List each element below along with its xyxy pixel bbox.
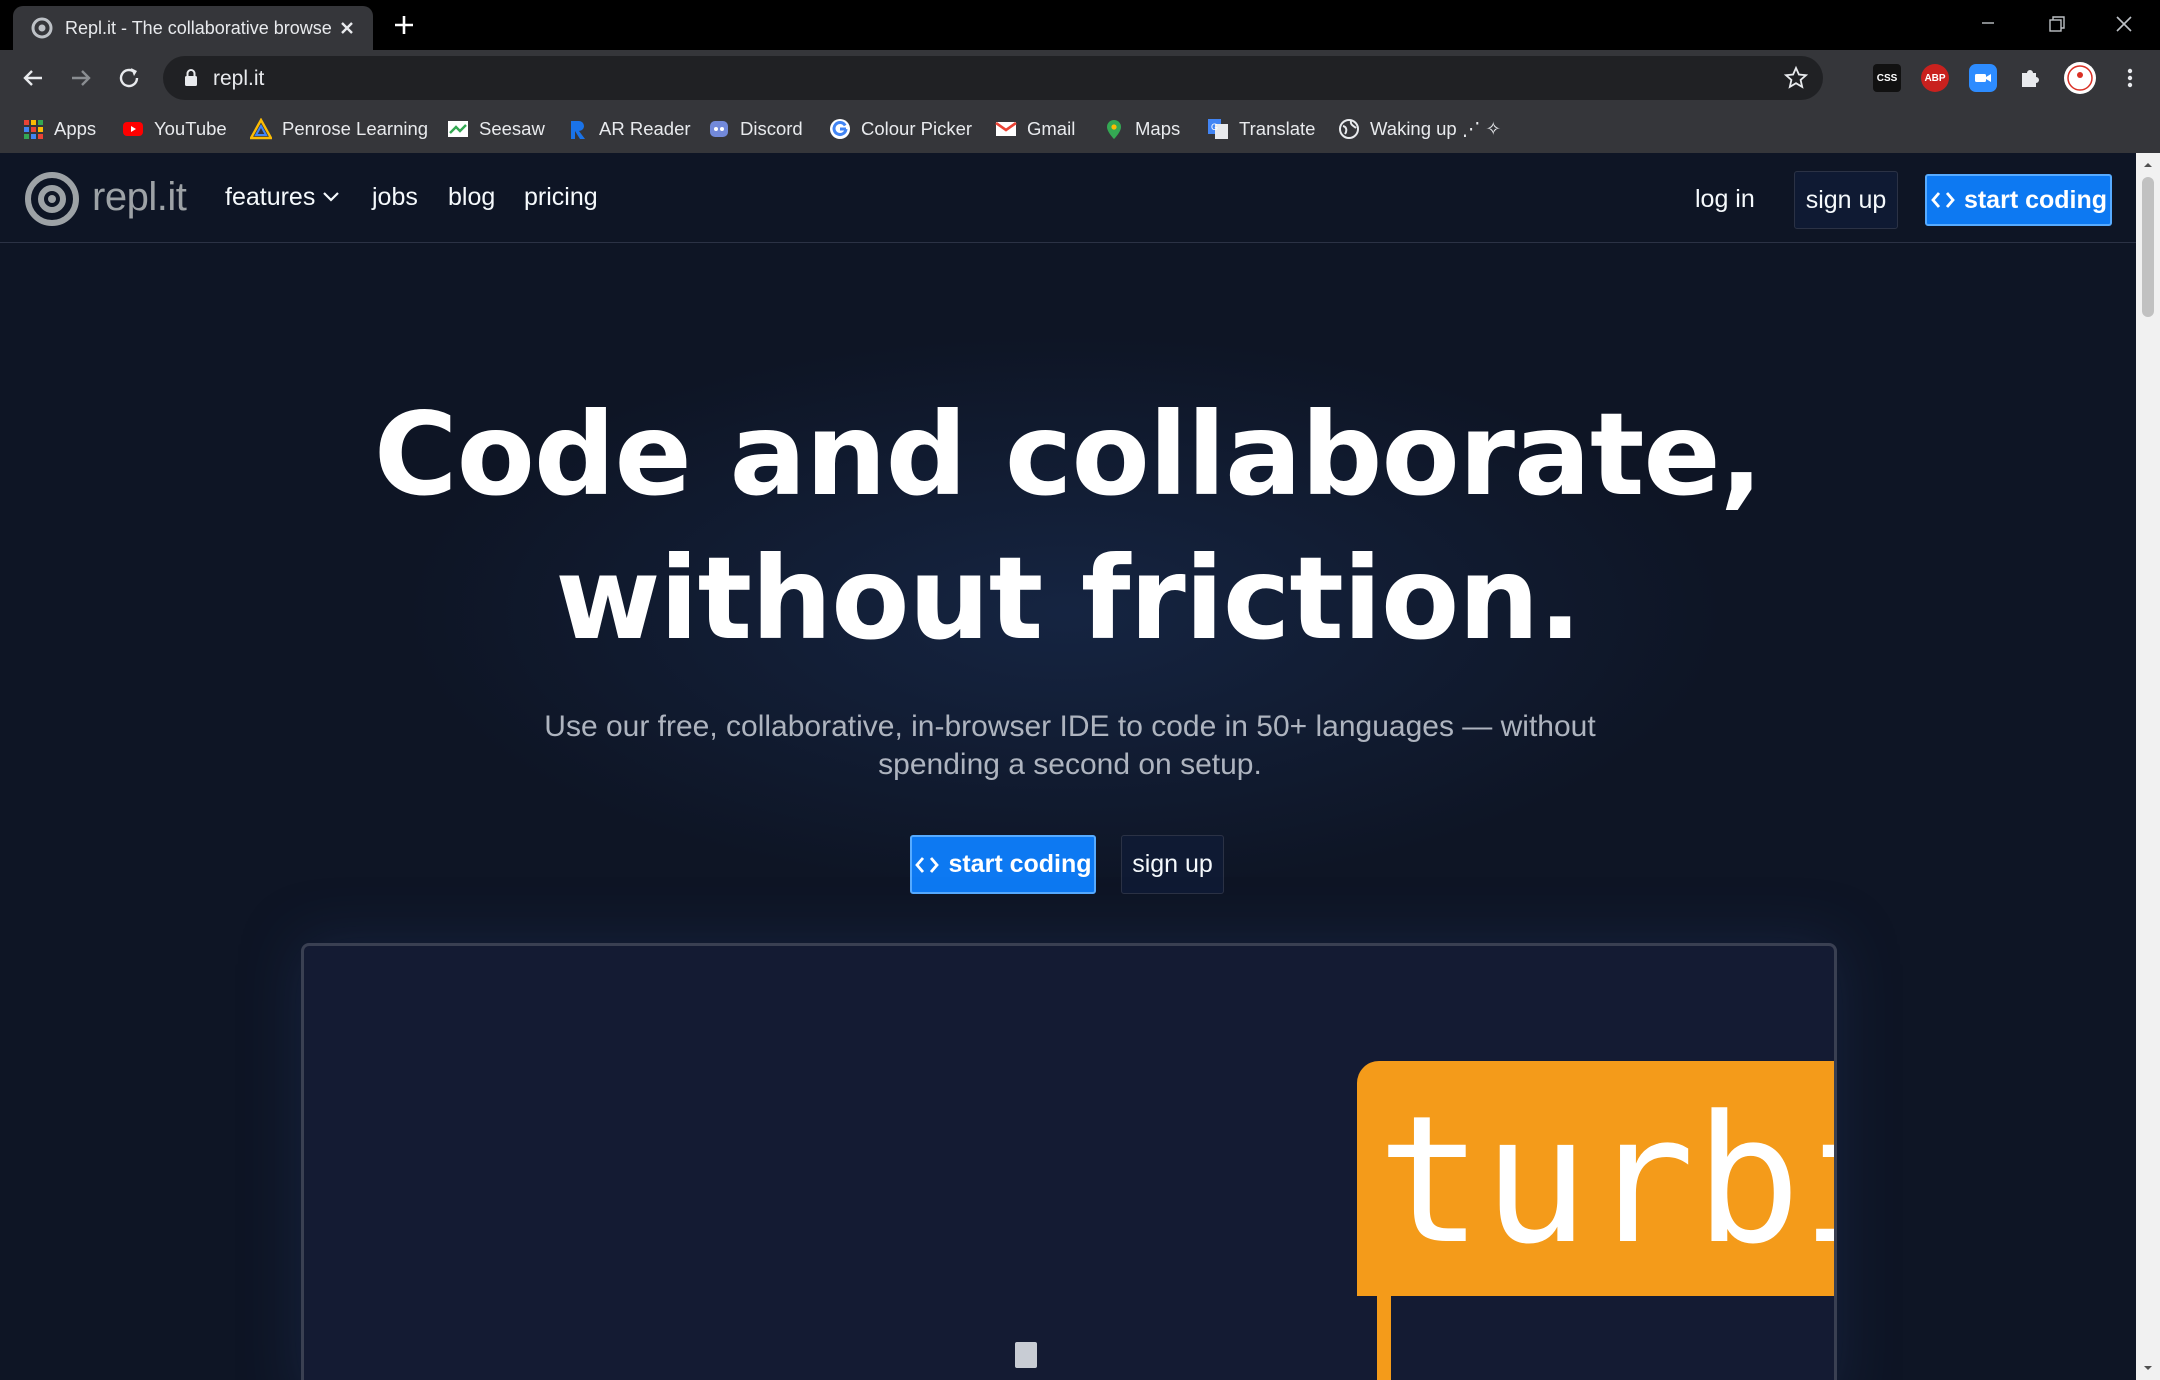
bookmark-translate[interactable]: G Translate <box>1207 114 1315 144</box>
tab-title: Repl.it - The collaborative browse <box>65 18 332 38</box>
bookmark-label: Maps <box>1135 118 1181 139</box>
restore-window-icon[interactable] <box>2031 8 2081 42</box>
bookmark-discord[interactable]: Discord <box>708 114 803 144</box>
close-tab-icon[interactable] <box>335 16 359 40</box>
bookmark-ar-reader[interactable]: AR Reader <box>567 114 691 144</box>
bookmark-apps[interactable]: Apps <box>22 114 96 144</box>
site-header: repl.it features jobs blog pricing log i… <box>0 153 2136 243</box>
turbo-banner-pole <box>1377 1296 1391 1380</box>
extensions-puzzle-icon[interactable] <box>2016 64 2044 92</box>
bookmark-star-icon[interactable] <box>1783 65 1809 91</box>
code-brackets-icon <box>1931 192 1955 208</box>
nav-pricing[interactable]: pricing <box>524 183 598 212</box>
browser-tab-active[interactable]: Repl.it - The collaborative browse <box>13 6 373 50</box>
bookmark-label: Penrose Learning <box>282 118 429 139</box>
forward-arrow-icon[interactable] <box>66 63 96 93</box>
lock-icon <box>185 69 197 86</box>
bookmark-label: AR Reader <box>599 118 691 139</box>
adblock-plus-icon[interactable]: ABP <box>1921 64 1949 92</box>
replit-homepage: repl.it features jobs blog pricing log i… <box>0 153 2136 1380</box>
hero-subtitle: Use our free, collaborative, in-browser … <box>544 710 1596 781</box>
replit-logo-icon[interactable] <box>22 169 82 229</box>
sign-up-label: sign up <box>1805 185 1887 214</box>
headline-line-1: Code and collaborate, <box>373 388 1763 521</box>
scroll-up-arrow-icon[interactable] <box>2142 159 2154 171</box>
bookmark-colour-picker[interactable]: Colour Picker <box>829 114 972 144</box>
bookmark-youtube[interactable]: YouTube <box>122 114 227 144</box>
turbo-banner: turbi <box>1357 1061 1834 1296</box>
discord-icon <box>710 121 728 137</box>
nav-jobs[interactable]: jobs <box>372 183 418 212</box>
profile-avatar-icon[interactable] <box>2064 62 2096 94</box>
ide-preview-frame: turbi <box>301 943 1837 1380</box>
penrose-icon <box>250 118 272 140</box>
new-tab-icon[interactable] <box>390 11 418 39</box>
header-start-coding-button[interactable]: start coding <box>1925 174 2112 226</box>
browser-menu-icon[interactable] <box>2116 64 2144 92</box>
bookmark-label: Gmail <box>1027 118 1076 139</box>
maps-icon <box>1107 120 1121 139</box>
css-extension-icon[interactable]: CSS <box>1873 64 1901 92</box>
editor-cursor <box>1015 1342 1037 1368</box>
sign-up-label: sign up <box>1132 850 1213 878</box>
minimize-window-icon[interactable] <box>1963 8 2013 42</box>
translate-icon: G <box>1208 119 1228 139</box>
youtube-icon <box>123 122 143 136</box>
chevron-down-icon[interactable] <box>322 191 340 203</box>
hero-sign-up-button[interactable]: sign up <box>1121 835 1224 894</box>
zoom-extension-icon[interactable] <box>1969 64 1997 92</box>
bookmark-waking-up[interactable]: Waking up ⋰ ✧ <box>1338 114 1501 144</box>
nav-blog[interactable]: blog <box>448 183 495 212</box>
browser-toolbar: repl.it CSS ABP <box>0 50 2160 106</box>
gmail-icon <box>995 121 1017 136</box>
seesaw-icon <box>448 121 468 137</box>
ar-reader-icon <box>571 121 585 139</box>
apps-grid-icon <box>24 120 43 139</box>
scroll-down-arrow-icon[interactable] <box>2142 1362 2154 1374</box>
bookmark-maps[interactable]: Maps <box>1103 114 1180 144</box>
turbo-banner-text: turbi <box>1377 1078 1834 1283</box>
logo-text[interactable]: repl.it <box>92 175 187 220</box>
code-brackets-icon <box>915 856 940 873</box>
globe-icon <box>1339 119 1359 139</box>
hero-start-coding-button[interactable]: start coding <box>910 835 1096 894</box>
hero-headline: Code and collaborate, without friction. <box>0 383 2136 671</box>
bookmark-label: Colour Picker <box>861 118 973 139</box>
start-coding-label: start coding <box>1963 185 2108 214</box>
bookmark-label: YouTube <box>154 118 227 139</box>
bookmark-label: Discord <box>740 118 803 139</box>
bookmark-gmail[interactable]: Gmail <box>995 114 1075 144</box>
google-icon <box>830 119 850 139</box>
bookmark-seesaw[interactable]: Seesaw <box>447 114 545 144</box>
scrollbar-thumb[interactable] <box>2142 177 2154 317</box>
bookmark-label: Seesaw <box>479 118 545 139</box>
bookmark-penrose-learning[interactable]: Penrose Learning <box>250 114 428 144</box>
back-arrow-icon[interactable] <box>18 63 48 93</box>
header-sign-up-button[interactable]: sign up <box>1794 171 1898 229</box>
reload-icon[interactable] <box>114 63 144 93</box>
address-bar[interactable]: repl.it <box>163 56 1823 100</box>
headline-line-2: without friction. <box>555 532 1582 665</box>
replit-favicon-icon <box>31 17 53 39</box>
browser-tab-bar: Repl.it - The collaborative browse <box>0 0 2160 50</box>
bookmarks-bar: Apps YouTube Penrose Learning Seesaw AR … <box>0 106 2160 153</box>
nav-features[interactable]: features <box>225 183 315 212</box>
url-text: repl.it <box>213 67 265 90</box>
log-in-link[interactable]: log in <box>1695 185 1755 214</box>
start-coding-label: start coding <box>948 850 1092 878</box>
svg-text:G: G <box>1211 122 1218 132</box>
bookmark-label: Apps <box>54 118 97 139</box>
page-scrollbar[interactable] <box>2136 153 2160 1380</box>
bookmark-label: Translate <box>1239 118 1316 139</box>
bookmark-label: Waking up ⋰ ✧ <box>1370 118 1501 139</box>
close-window-icon[interactable] <box>2099 8 2149 42</box>
